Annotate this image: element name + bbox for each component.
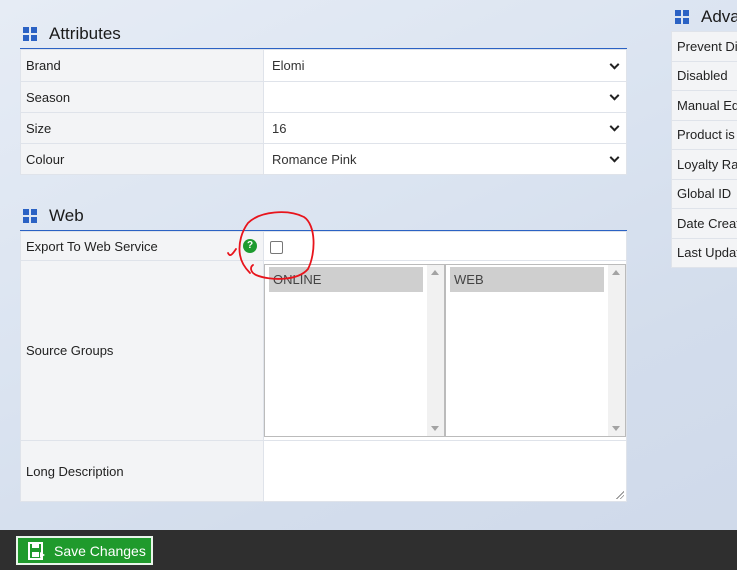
list-item[interactable]: WEB xyxy=(450,267,604,292)
long-description-row: Long Description xyxy=(20,440,627,502)
export-label-cell: Export To Web Service ? xyxy=(20,231,264,261)
source-groups-cell: ONLINE WEB xyxy=(263,260,627,441)
attributes-table: Brand Elomi Season Size 16 Colour Romanc… xyxy=(20,49,627,175)
brand-value: Elomi xyxy=(272,58,305,73)
colour-value: Romance Pink xyxy=(272,151,357,167)
advanced-row-label: Last Updat xyxy=(671,237,737,268)
season-select[interactable] xyxy=(263,81,627,113)
footer-bar: Save Changes xyxy=(0,530,737,570)
attributes-section-title: Attributes xyxy=(23,24,121,44)
advanced-row-label: Date Creat xyxy=(671,208,737,239)
save-changes-button[interactable]: Save Changes xyxy=(16,536,153,565)
web-section-title: Web xyxy=(23,206,84,226)
colour-label: Colour xyxy=(20,143,264,175)
export-checkbox-cell xyxy=(263,231,627,261)
long-description-label: Long Description xyxy=(20,440,264,502)
export-label: Export To Web Service xyxy=(26,238,158,254)
advanced-row-label: Manual Ed xyxy=(671,90,737,121)
advanced-table: Prevent Di Disabled Manual Ed Product is… xyxy=(671,31,737,268)
advanced-title: Adva xyxy=(701,7,737,26)
chevron-down-icon xyxy=(609,90,620,101)
web-table: Export To Web Service ? Source Groups ON… xyxy=(20,231,627,502)
source-groups-available-list[interactable]: ONLINE xyxy=(264,264,445,437)
web-title: Web xyxy=(49,206,84,225)
size-label: Size xyxy=(20,112,264,144)
long-description-textarea[interactable] xyxy=(263,440,627,502)
grid-icon xyxy=(675,10,689,24)
export-row: Export To Web Service ? xyxy=(20,231,627,261)
list-item[interactable]: ONLINE xyxy=(269,267,423,292)
attributes-title: Attributes xyxy=(49,24,121,43)
brand-label: Brand xyxy=(20,49,264,82)
scrollbar[interactable] xyxy=(427,265,444,436)
attribute-row-size: Size 16 xyxy=(20,112,627,144)
brand-select[interactable]: Elomi xyxy=(263,49,627,82)
attribute-row-brand: Brand Elomi xyxy=(20,49,627,82)
chevron-down-icon xyxy=(609,152,620,163)
scroll-down-icon[interactable] xyxy=(612,426,620,431)
advanced-row-label: Loyalty Ra xyxy=(671,149,737,180)
help-icon[interactable]: ? xyxy=(243,239,257,253)
export-to-web-checkbox[interactable] xyxy=(270,240,283,254)
advanced-section-title: Adva xyxy=(675,7,737,27)
source-groups-selected-list[interactable]: WEB xyxy=(445,264,626,437)
scroll-up-icon[interactable] xyxy=(612,270,620,275)
grid-icon xyxy=(23,209,37,223)
attribute-row-season: Season xyxy=(20,81,627,113)
save-changes-label: Save Changes xyxy=(54,542,146,559)
size-select[interactable]: 16 xyxy=(263,112,627,144)
resize-handle-icon[interactable] xyxy=(615,490,624,499)
colour-select[interactable]: Romance Pink xyxy=(263,143,627,175)
grid-icon xyxy=(23,27,37,41)
chevron-down-icon xyxy=(609,121,620,132)
advanced-row-label: Product is xyxy=(671,119,737,150)
attribute-row-colour: Colour Romance Pink xyxy=(20,143,627,175)
season-label: Season xyxy=(20,81,264,113)
source-groups-label: Source Groups xyxy=(20,260,264,441)
scroll-up-icon[interactable] xyxy=(431,270,439,275)
season-value xyxy=(269,90,272,105)
size-value: 16 xyxy=(272,120,287,136)
advanced-row-label: Disabled xyxy=(671,60,737,91)
source-groups-row: Source Groups ONLINE WEB xyxy=(20,260,627,441)
advanced-row-label: Prevent Di xyxy=(671,31,737,62)
scrollbar[interactable] xyxy=(608,265,625,436)
save-icon xyxy=(28,541,45,560)
advanced-row-label: Global ID xyxy=(671,178,737,209)
scroll-down-icon[interactable] xyxy=(431,426,439,431)
chevron-down-icon xyxy=(609,59,620,70)
